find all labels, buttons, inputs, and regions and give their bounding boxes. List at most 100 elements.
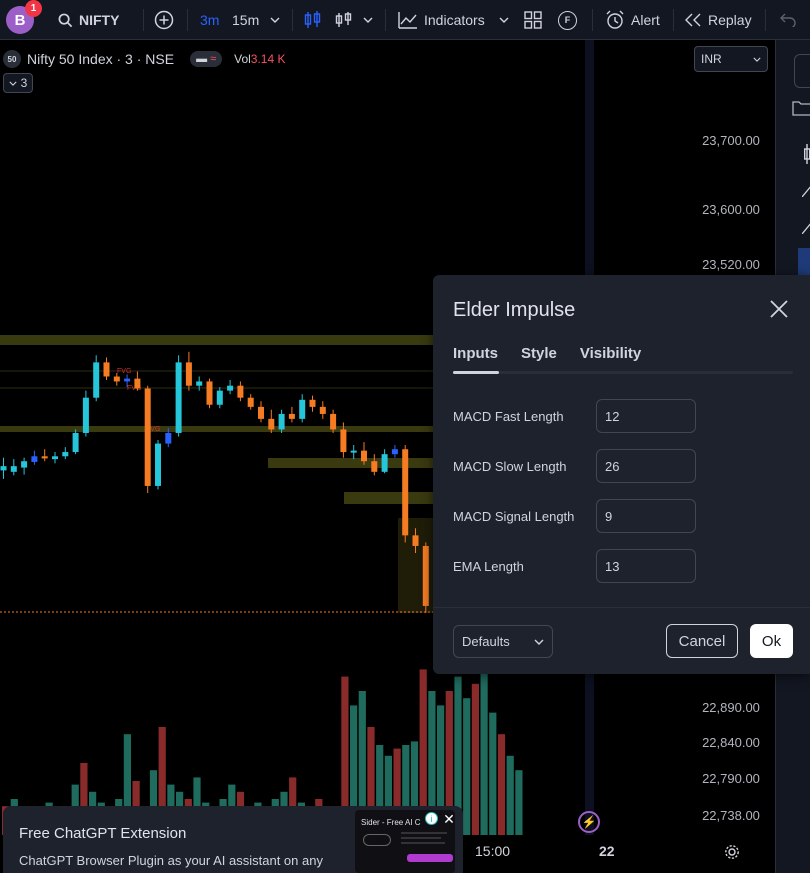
chevron-down-icon	[363, 17, 373, 23]
chevron-down-icon	[270, 17, 280, 23]
macd-slow-input[interactable]	[596, 449, 696, 483]
volume-bar	[489, 712, 497, 835]
tab-style[interactable]: Style	[521, 345, 557, 362]
ad-thumb-line	[401, 842, 445, 844]
chevron-down-icon	[534, 639, 544, 645]
wave-icon: ≈	[210, 53, 217, 65]
currency-select[interactable]: INR	[694, 46, 768, 72]
price-tick: 22,738.00	[702, 808, 760, 823]
candle-body	[402, 449, 409, 536]
candle-body	[93, 362, 100, 398]
candle-body	[330, 413, 337, 430]
alarm-clock-icon	[606, 10, 624, 29]
folder-icon	[792, 101, 810, 116]
close-icon[interactable]	[767, 297, 791, 321]
user-menu[interactable]: B 1	[6, 0, 42, 40]
candle-body	[165, 432, 172, 444]
fundamentals-button[interactable]: F	[558, 0, 577, 40]
alert-button[interactable]: Alert	[605, 0, 660, 40]
bars-chart-type[interactable]	[335, 0, 353, 40]
candle-body	[21, 461, 28, 468]
tab-active-indicator	[453, 371, 499, 374]
ad-banner[interactable]: Free ChatGPT Extension ChatGPT Browser P…	[3, 806, 463, 873]
volume-bar	[463, 698, 471, 835]
candle-body	[361, 450, 367, 462]
defaults-dropdown[interactable]: Defaults	[453, 625, 553, 658]
ok-button[interactable]: Ok	[750, 624, 793, 658]
macd-fast-input[interactable]	[596, 399, 696, 433]
volume-bar	[515, 770, 523, 835]
legend-pill[interactable]: ▬ ≈	[190, 51, 223, 67]
divider	[592, 9, 593, 31]
cancel-button[interactable]: Cancel	[666, 624, 738, 658]
candle-body	[134, 378, 141, 389]
divider	[765, 9, 766, 31]
defaults-label: Defaults	[462, 634, 510, 649]
candle-body	[381, 454, 388, 472]
close-icon[interactable]: ✕	[441, 811, 457, 827]
field-ema: EMA Length	[453, 549, 698, 583]
tab-track	[453, 371, 793, 374]
candle-body	[227, 385, 234, 391]
time-tick: 15:00	[475, 843, 511, 859]
chart-type-dropdown[interactable]	[363, 0, 373, 40]
candle-body	[52, 456, 58, 460]
interval-15m[interactable]: 15m	[232, 0, 259, 40]
tab-inputs[interactable]: Inputs	[453, 345, 498, 362]
collapse-indicators-button[interactable]: 3	[3, 73, 33, 93]
interval-dropdown[interactable]	[270, 0, 280, 40]
volume-bar	[497, 734, 506, 835]
ad-thumb-line	[401, 832, 447, 834]
candle-body	[268, 418, 275, 430]
candle-body	[391, 449, 398, 455]
indicators-dropdown[interactable]	[499, 0, 509, 40]
app-root: B 1 NIFTY 3m 15m Indicators F Alert Repl…	[0, 0, 810, 873]
replay-button[interactable]: Replay	[684, 0, 752, 40]
divider	[143, 9, 144, 31]
indicators-label: Indicators	[424, 12, 485, 28]
divider	[673, 9, 674, 31]
candle-body	[82, 397, 89, 433]
notification-badge: 1	[25, 0, 42, 17]
symbol-search[interactable]: NIFTY	[58, 0, 119, 40]
add-circle-icon	[154, 10, 174, 30]
compare-button[interactable]	[154, 0, 174, 40]
avatar[interactable]: B 1	[6, 0, 42, 34]
minus-icon: ▬	[196, 53, 208, 65]
replay-label: Replay	[708, 12, 752, 28]
search-icon	[58, 13, 73, 27]
candle-body	[155, 443, 161, 486]
lightning-icon[interactable]: ⚡	[578, 811, 600, 833]
candle-body	[340, 429, 347, 453]
candles-chart-type[interactable]	[304, 0, 322, 40]
candle-body	[319, 406, 326, 414]
macd-signal-input[interactable]	[596, 499, 696, 533]
candle-body	[299, 399, 306, 419]
layouts-button[interactable]	[524, 0, 542, 40]
info-icon[interactable]: i	[425, 812, 438, 825]
avatar-letter: B	[14, 11, 26, 29]
candle-tool-icon	[804, 144, 810, 164]
candle-body	[422, 545, 429, 606]
undo-button[interactable]	[780, 0, 796, 40]
chevron-down-icon	[753, 57, 761, 62]
candle-body	[258, 406, 264, 419]
tab-visibility[interactable]: Visibility	[580, 345, 641, 362]
divider	[433, 607, 810, 608]
selected-tool[interactable]	[798, 248, 810, 276]
field-label: MACD Fast Length	[453, 408, 564, 424]
candle-body	[113, 376, 120, 382]
candle-body	[288, 413, 295, 419]
legend-title[interactable]: Nifty 50 Index · 3 · NSE	[27, 51, 174, 67]
vol-label: Vol	[234, 52, 251, 66]
field-macd-slow: MACD Slow Length	[453, 449, 698, 483]
interval-3m[interactable]: 3m	[200, 0, 219, 40]
gear-icon[interactable]	[724, 844, 740, 860]
ema-length-input[interactable]	[596, 549, 696, 583]
ad-thumbnail[interactable]: Sider - Free AI C	[355, 810, 455, 873]
watchlist-button[interactable]	[794, 54, 810, 88]
indicator-settings-dialog: Elder Impulse Inputs Style Visibility MA…	[433, 275, 810, 674]
indicators-button[interactable]: Indicators	[398, 0, 485, 40]
field-label: MACD Signal Length	[453, 508, 575, 524]
trendline-icon	[802, 186, 810, 197]
